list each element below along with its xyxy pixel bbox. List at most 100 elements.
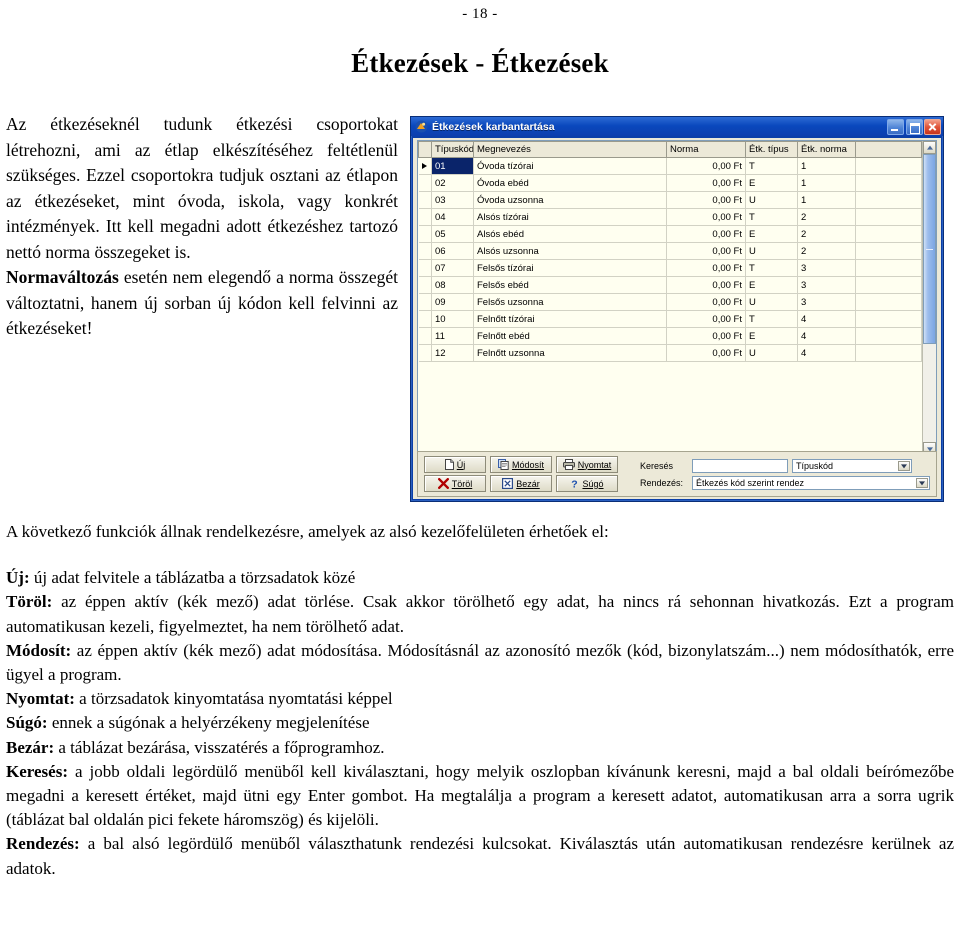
cell-tipuskod[interactable]: 06 (431, 242, 474, 260)
window-titlebar[interactable]: Étkezések karbantartása (411, 117, 943, 136)
cell-etk-tipus[interactable]: U (745, 242, 798, 260)
cell-etk-tipus[interactable]: E (745, 174, 798, 192)
search-input[interactable] (692, 458, 788, 473)
table-row[interactable]: 02 Óvoda ebéd 0,00 Ft E 1 (418, 174, 922, 192)
table-row[interactable]: 12 Felnőtt uzsonna 0,00 Ft U 4 (418, 344, 922, 362)
cell-megnevezes[interactable]: Felsős ebéd (473, 276, 667, 294)
cell-etk-tipus[interactable]: T (745, 208, 798, 226)
column-header-tipuskod[interactable]: Típuskód (431, 141, 474, 158)
cell-norma[interactable]: 0,00 Ft (666, 327, 746, 345)
new-button[interactable]: Új (424, 456, 486, 473)
cell-etk-norma[interactable]: 2 (797, 242, 856, 260)
column-header-etk-tipus[interactable]: Étk. típus (745, 141, 798, 158)
close-button[interactable]: Bezár (490, 475, 552, 492)
row-indicator[interactable] (418, 191, 432, 209)
print-button[interactable]: Nyomtat (556, 456, 618, 473)
table-row[interactable]: 06 Alsós uzsonna 0,00 Ft U 2 (418, 242, 922, 260)
help-button[interactable]: ? Súgó (556, 475, 618, 492)
minimize-button[interactable] (887, 118, 904, 135)
column-header-norma[interactable]: Norma (666, 141, 746, 158)
row-indicator[interactable] (418, 276, 432, 294)
cell-norma[interactable]: 0,00 Ft (666, 208, 746, 226)
sort-select[interactable]: Étkezés kód szerint rendez (692, 475, 930, 490)
cell-etk-norma[interactable]: 3 (797, 293, 856, 311)
table-row[interactable]: 08 Felsős ebéd 0,00 Ft E 3 (418, 276, 922, 294)
cell-megnevezes[interactable]: Alsós tízórai (473, 208, 667, 226)
cell-etk-tipus[interactable]: T (745, 259, 798, 277)
table-row[interactable]: 01 Óvoda tízórai 0,00 Ft T 1 (418, 157, 922, 175)
cell-megnevezes[interactable]: Felsős uzsonna (473, 293, 667, 311)
search-column-select[interactable]: Típuskód (792, 458, 912, 473)
cell-norma[interactable]: 0,00 Ft (666, 225, 746, 243)
cell-etk-tipus[interactable]: U (745, 293, 798, 311)
cell-norma[interactable]: 0,00 Ft (666, 344, 746, 362)
maximize-button[interactable] (905, 118, 923, 135)
cell-tipuskod[interactable]: 11 (431, 327, 474, 345)
cell-megnevezes[interactable]: Óvoda uzsonna (473, 191, 667, 209)
scrollbar-thumb[interactable] (923, 154, 936, 344)
cell-norma[interactable]: 0,00 Ft (666, 157, 746, 175)
row-indicator[interactable] (418, 327, 432, 345)
cell-etk-norma[interactable]: 3 (797, 276, 856, 294)
chevron-down-icon[interactable] (898, 460, 910, 471)
cell-megnevezes[interactable]: Óvoda ebéd (473, 174, 667, 192)
cell-tipuskod[interactable]: 05 (431, 225, 474, 243)
cell-etk-tipus[interactable]: E (745, 225, 798, 243)
row-indicator[interactable] (418, 310, 432, 328)
cell-etk-tipus[interactable]: U (745, 191, 798, 209)
cell-norma[interactable]: 0,00 Ft (666, 174, 746, 192)
cell-megnevezes[interactable]: Alsós ebéd (473, 225, 667, 243)
cell-norma[interactable]: 0,00 Ft (666, 242, 746, 260)
cell-etk-norma[interactable]: 4 (797, 327, 856, 345)
column-header-megnevezes[interactable]: Megnevezés (473, 141, 667, 158)
table-row[interactable]: 09 Felsős uzsonna 0,00 Ft U 3 (418, 293, 922, 311)
table-row[interactable]: 04 Alsós tízórai 0,00 Ft T 2 (418, 208, 922, 226)
cell-norma[interactable]: 0,00 Ft (666, 293, 746, 311)
cell-norma[interactable]: 0,00 Ft (666, 276, 746, 294)
cell-etk-norma[interactable]: 1 (797, 191, 856, 209)
cell-norma[interactable]: 0,00 Ft (666, 259, 746, 277)
cell-megnevezes[interactable]: Felsős tízórai (473, 259, 667, 277)
modify-button[interactable]: Módosít (490, 456, 552, 473)
cell-megnevezes[interactable]: Felnőtt tízórai (473, 310, 667, 328)
cell-tipuskod[interactable]: 10 (431, 310, 474, 328)
row-indicator-active[interactable] (418, 157, 432, 175)
cell-tipuskod[interactable]: 09 (431, 293, 474, 311)
cell-etk-norma[interactable]: 2 (797, 208, 856, 226)
vertical-scrollbar[interactable] (922, 141, 936, 455)
row-indicator[interactable] (418, 208, 432, 226)
table-row[interactable]: 10 Felnőtt tízórai 0,00 Ft T 4 (418, 310, 922, 328)
cell-tipuskod[interactable]: 07 (431, 259, 474, 277)
cell-megnevezes[interactable]: Alsós uzsonna (473, 242, 667, 260)
table-row[interactable]: 07 Felsős tízórai 0,00 Ft T 3 (418, 259, 922, 277)
cell-etk-norma[interactable]: 1 (797, 174, 856, 192)
cell-tipuskod[interactable]: 02 (431, 174, 474, 192)
row-indicator[interactable] (418, 174, 432, 192)
cell-tipuskod[interactable]: 03 (431, 191, 474, 209)
cell-norma[interactable]: 0,00 Ft (666, 310, 746, 328)
cell-etk-norma[interactable]: 4 (797, 344, 856, 362)
cell-tipuskod[interactable]: 08 (431, 276, 474, 294)
cell-tipuskod[interactable]: 01 (431, 157, 474, 175)
cell-etk-tipus[interactable]: U (745, 344, 798, 362)
cell-etk-tipus[interactable]: T (745, 310, 798, 328)
cell-etk-tipus[interactable]: T (745, 157, 798, 175)
cell-megnevezes[interactable]: Felnőtt uzsonna (473, 344, 667, 362)
table-row[interactable]: 05 Alsós ebéd 0,00 Ft E 2 (418, 225, 922, 243)
chevron-down-icon-sort[interactable] (916, 477, 928, 488)
row-indicator[interactable] (418, 225, 432, 243)
row-indicator[interactable] (418, 344, 432, 362)
table-row[interactable]: 11 Felnőtt ebéd 0,00 Ft E 4 (418, 327, 922, 345)
cell-megnevezes[interactable]: Felnőtt ebéd (473, 327, 667, 345)
cell-etk-norma[interactable]: 1 (797, 157, 856, 175)
cell-etk-norma[interactable]: 3 (797, 259, 856, 277)
cell-etk-tipus[interactable]: E (745, 276, 798, 294)
cell-etk-norma[interactable]: 4 (797, 310, 856, 328)
scroll-up-icon[interactable] (923, 141, 936, 154)
cell-megnevezes[interactable]: Óvoda tízórai (473, 157, 667, 175)
row-indicator[interactable] (418, 293, 432, 311)
row-indicator[interactable] (418, 242, 432, 260)
cell-etk-norma[interactable]: 2 (797, 225, 856, 243)
cell-tipuskod[interactable]: 12 (431, 344, 474, 362)
close-icon[interactable] (924, 118, 941, 135)
